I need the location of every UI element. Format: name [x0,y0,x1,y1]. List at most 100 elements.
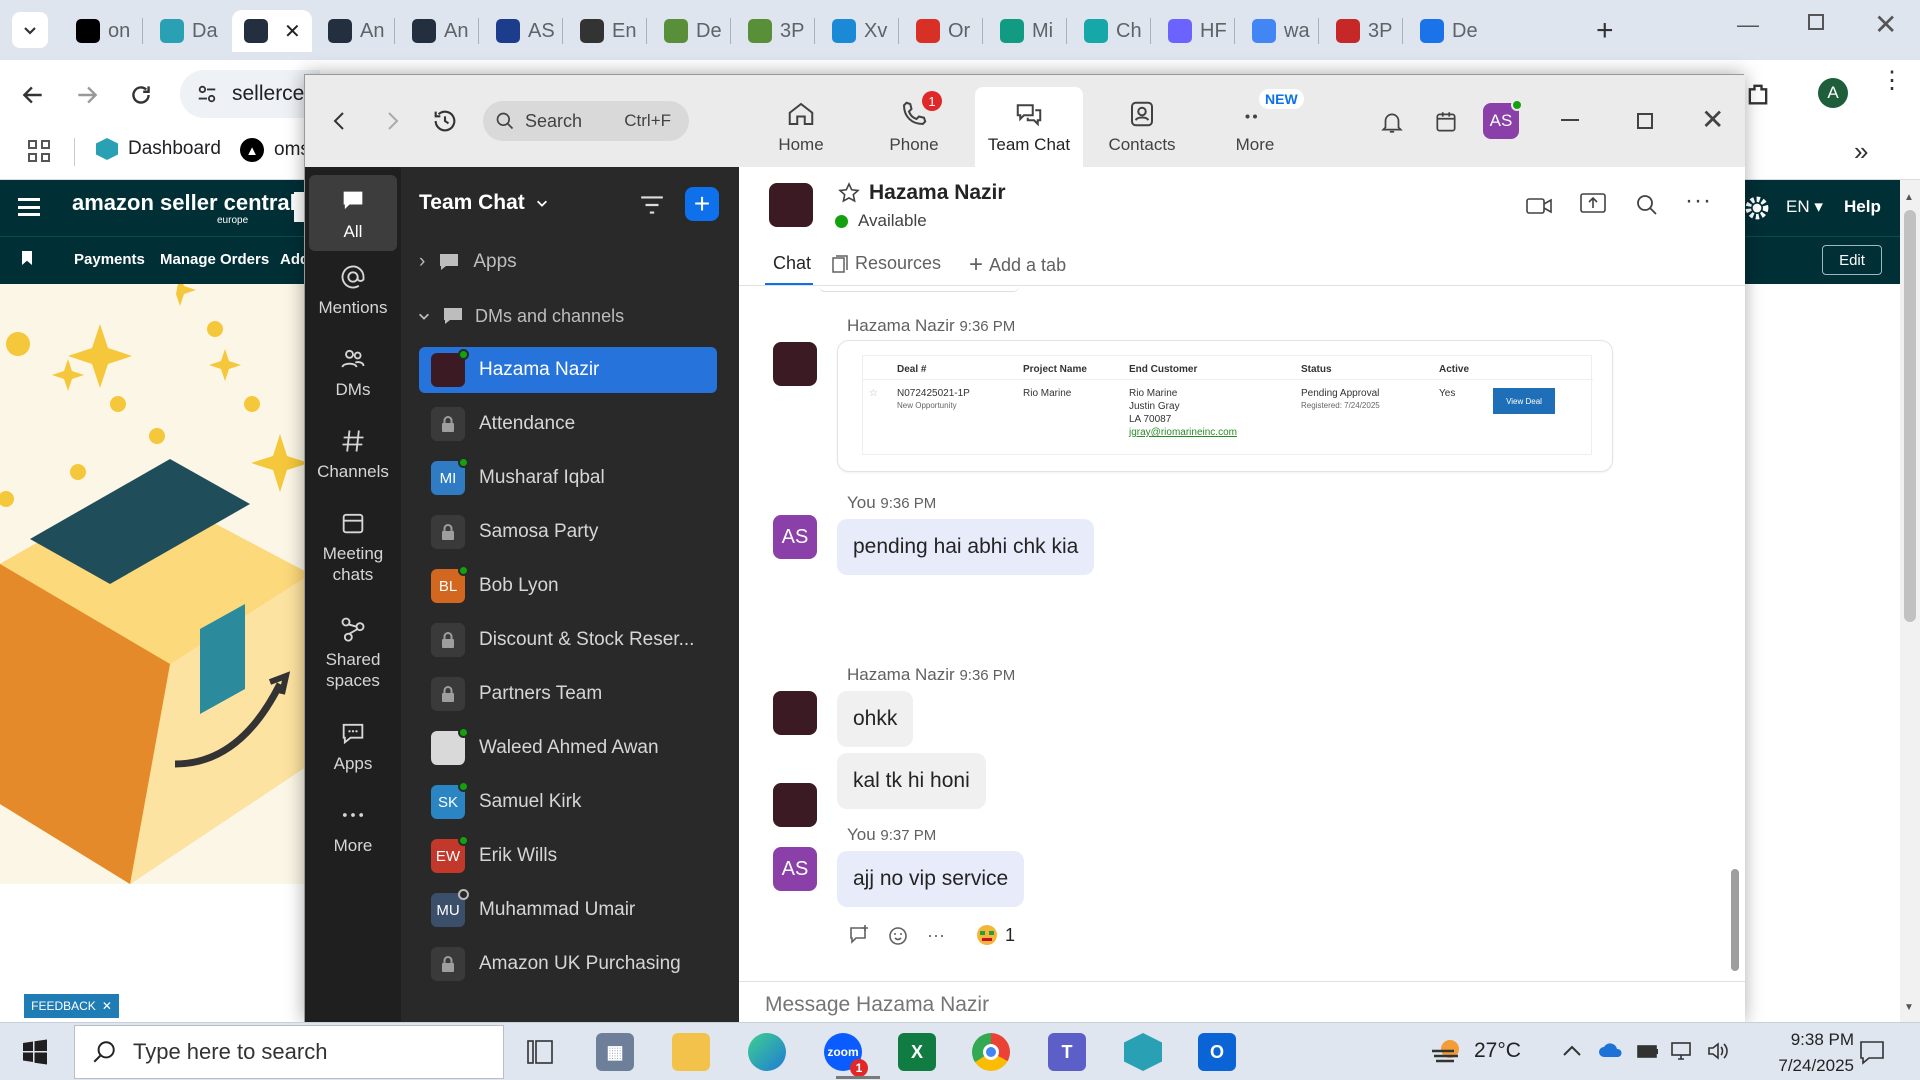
nav-home[interactable]: Home [747,87,855,167]
channel-item[interactable]: Amazon UK Purchasing [419,941,717,987]
message-bubble[interactable]: ajj no vip service [837,851,1025,907]
rail-channels[interactable]: Channels [309,427,397,482]
browser-tab[interactable]: En [568,10,640,52]
browser-tab[interactable]: HF [1156,10,1228,52]
rail-all[interactable]: All [309,175,397,251]
sender-avatar[interactable] [773,342,817,386]
history-icon[interactable] [431,107,459,135]
task-view-icon[interactable] [526,1039,554,1065]
calculator-app-icon[interactable]: ▦ [596,1033,634,1071]
share-screen-icon[interactable] [1579,191,1607,217]
star-icon[interactable] [837,181,861,205]
battery-icon[interactable] [1636,1041,1660,1061]
dm-item[interactable]: SK Samuel Kirk [419,779,717,825]
close-icon[interactable]: ✕ [102,999,112,1013]
browser-tab[interactable]: Da [148,10,220,52]
customer-email-link[interactable]: jgray@riomarineinc.com [1129,427,1237,438]
hamburger-icon[interactable] [18,198,40,216]
extensions-icon[interactable] [1744,80,1772,108]
browser-tab[interactable]: De [652,10,724,52]
chevron-up-icon[interactable] [1562,1043,1582,1057]
message-bubble[interactable]: ohkk [837,691,914,747]
volume-icon[interactable] [1706,1041,1730,1061]
taskbar-search[interactable]: Type here to search [74,1025,504,1079]
tab-resources[interactable]: Resources [831,253,941,274]
chat-scrollbar-thumb[interactable] [1731,869,1739,971]
feedback-tab[interactable]: FEEDBACK ✕ [24,994,119,1018]
rail-dms[interactable]: DMs [309,345,397,400]
outlook-app-icon[interactable]: O [1198,1033,1236,1071]
gear-icon[interactable] [1744,195,1770,221]
browser-tab[interactable]: 3P [736,10,808,52]
nav-phone[interactable]: Phone 1 [860,87,968,167]
language-selector[interactable]: EN ▾ [1786,197,1823,217]
browser-tab[interactable]: Mi [988,10,1060,52]
search-icon[interactable] [1635,193,1659,217]
add-tab-button[interactable]: + Add a tab [969,251,1066,279]
amazon-logo[interactable]: amazon seller central [72,190,296,216]
search-input[interactable]: Search Ctrl+F [483,101,689,141]
bookmark-dashboard[interactable]: Dashboard [96,138,221,160]
dm-item[interactable]: Waleed Ahmed Awan [419,725,717,771]
channel-item[interactable]: Partners Team [419,671,717,717]
browser-tab[interactable]: ✕ [232,10,312,52]
star-icon[interactable]: ☆ [869,388,878,399]
rail-apps[interactable]: Apps [309,719,397,774]
reply-icon[interactable] [847,923,871,947]
forward-arrow-icon[interactable] [74,82,100,108]
browser-tab[interactable]: Xv [820,10,892,52]
notifications-icon[interactable] [1858,1039,1886,1065]
dm-item[interactable]: BL Bob Lyon [419,563,717,609]
calendar-icon[interactable] [1433,109,1459,135]
scrollbar-thumb[interactable] [1904,210,1916,622]
chrome-browser-icon[interactable] [972,1033,1010,1071]
close-icon[interactable]: ✕ [1701,103,1724,136]
teams-app-icon[interactable]: T [1048,1033,1086,1071]
browser-tab[interactable]: wa [1240,10,1312,52]
tab-chat[interactable]: Chat [773,253,811,274]
more-bookmarks-icon[interactable]: » [1854,136,1868,167]
dm-item[interactable]: EW Erik Wills [419,833,717,879]
rail-meeting-chats[interactable]: Meeting chats [309,509,397,585]
onedrive-icon[interactable] [1598,1041,1624,1059]
windows-start-icon[interactable] [22,1039,48,1065]
edge-browser-icon[interactable] [748,1033,786,1071]
deal-embed-card[interactable]: Deal # Project Name End Customer Status … [837,340,1613,472]
channel-item[interactable]: Samosa Party [419,509,717,555]
minimize-icon[interactable] [1561,119,1579,121]
nav-contacts[interactable]: Contacts [1088,87,1196,167]
file-explorer-icon[interactable] [672,1033,710,1071]
page-scrollbar[interactable]: ▲ ▼ [1900,180,1920,1022]
section-apps[interactable]: › Apps [419,251,517,273]
dm-item[interactable]: MU Muhammad Umair [419,887,717,933]
close-tab-icon[interactable]: ✕ [284,19,301,44]
browser-tab[interactable]: AS [484,10,556,52]
excel-app-icon[interactable]: X [898,1033,936,1071]
section-dms-channels[interactable]: DMs and channels [417,305,624,327]
tab-search-button[interactable] [12,12,48,48]
user-avatar[interactable]: AS [1483,99,1523,139]
contact-avatar[interactable] [769,183,813,227]
browser-tab[interactable]: on [64,10,136,52]
browser-tab[interactable]: An [316,10,388,52]
dm-item[interactable]: MI Musharaf Iqbal [419,455,717,501]
back-arrow-icon[interactable] [20,82,46,108]
channel-item[interactable]: Discount & Stock Reser... [419,617,717,663]
close-window-icon[interactable]: ✕ [1874,8,1897,41]
rail-more[interactable]: More [309,801,397,856]
help-link[interactable]: Help [1844,197,1881,217]
bookmark-oms[interactable]: ▲ oms [240,138,310,162]
new-chat-button[interactable]: + [685,187,719,221]
view-deal-button[interactable]: View Deal [1493,388,1555,414]
temperature[interactable]: 27°C [1474,1039,1521,1063]
filter-icon[interactable] [639,193,665,217]
profile-avatar[interactable]: A [1818,78,1848,108]
more-options-icon[interactable]: ··· [1685,187,1712,215]
reload-icon[interactable] [128,82,154,108]
sender-avatar[interactable] [773,783,817,827]
browser-tab[interactable]: Ch [1072,10,1144,52]
bell-icon[interactable] [1379,109,1405,135]
sender-avatar[interactable]: AS [773,847,817,891]
clock[interactable]: 9:38 PM 7/24/2025 [1754,1027,1854,1079]
emoji-icon[interactable] [887,923,911,947]
